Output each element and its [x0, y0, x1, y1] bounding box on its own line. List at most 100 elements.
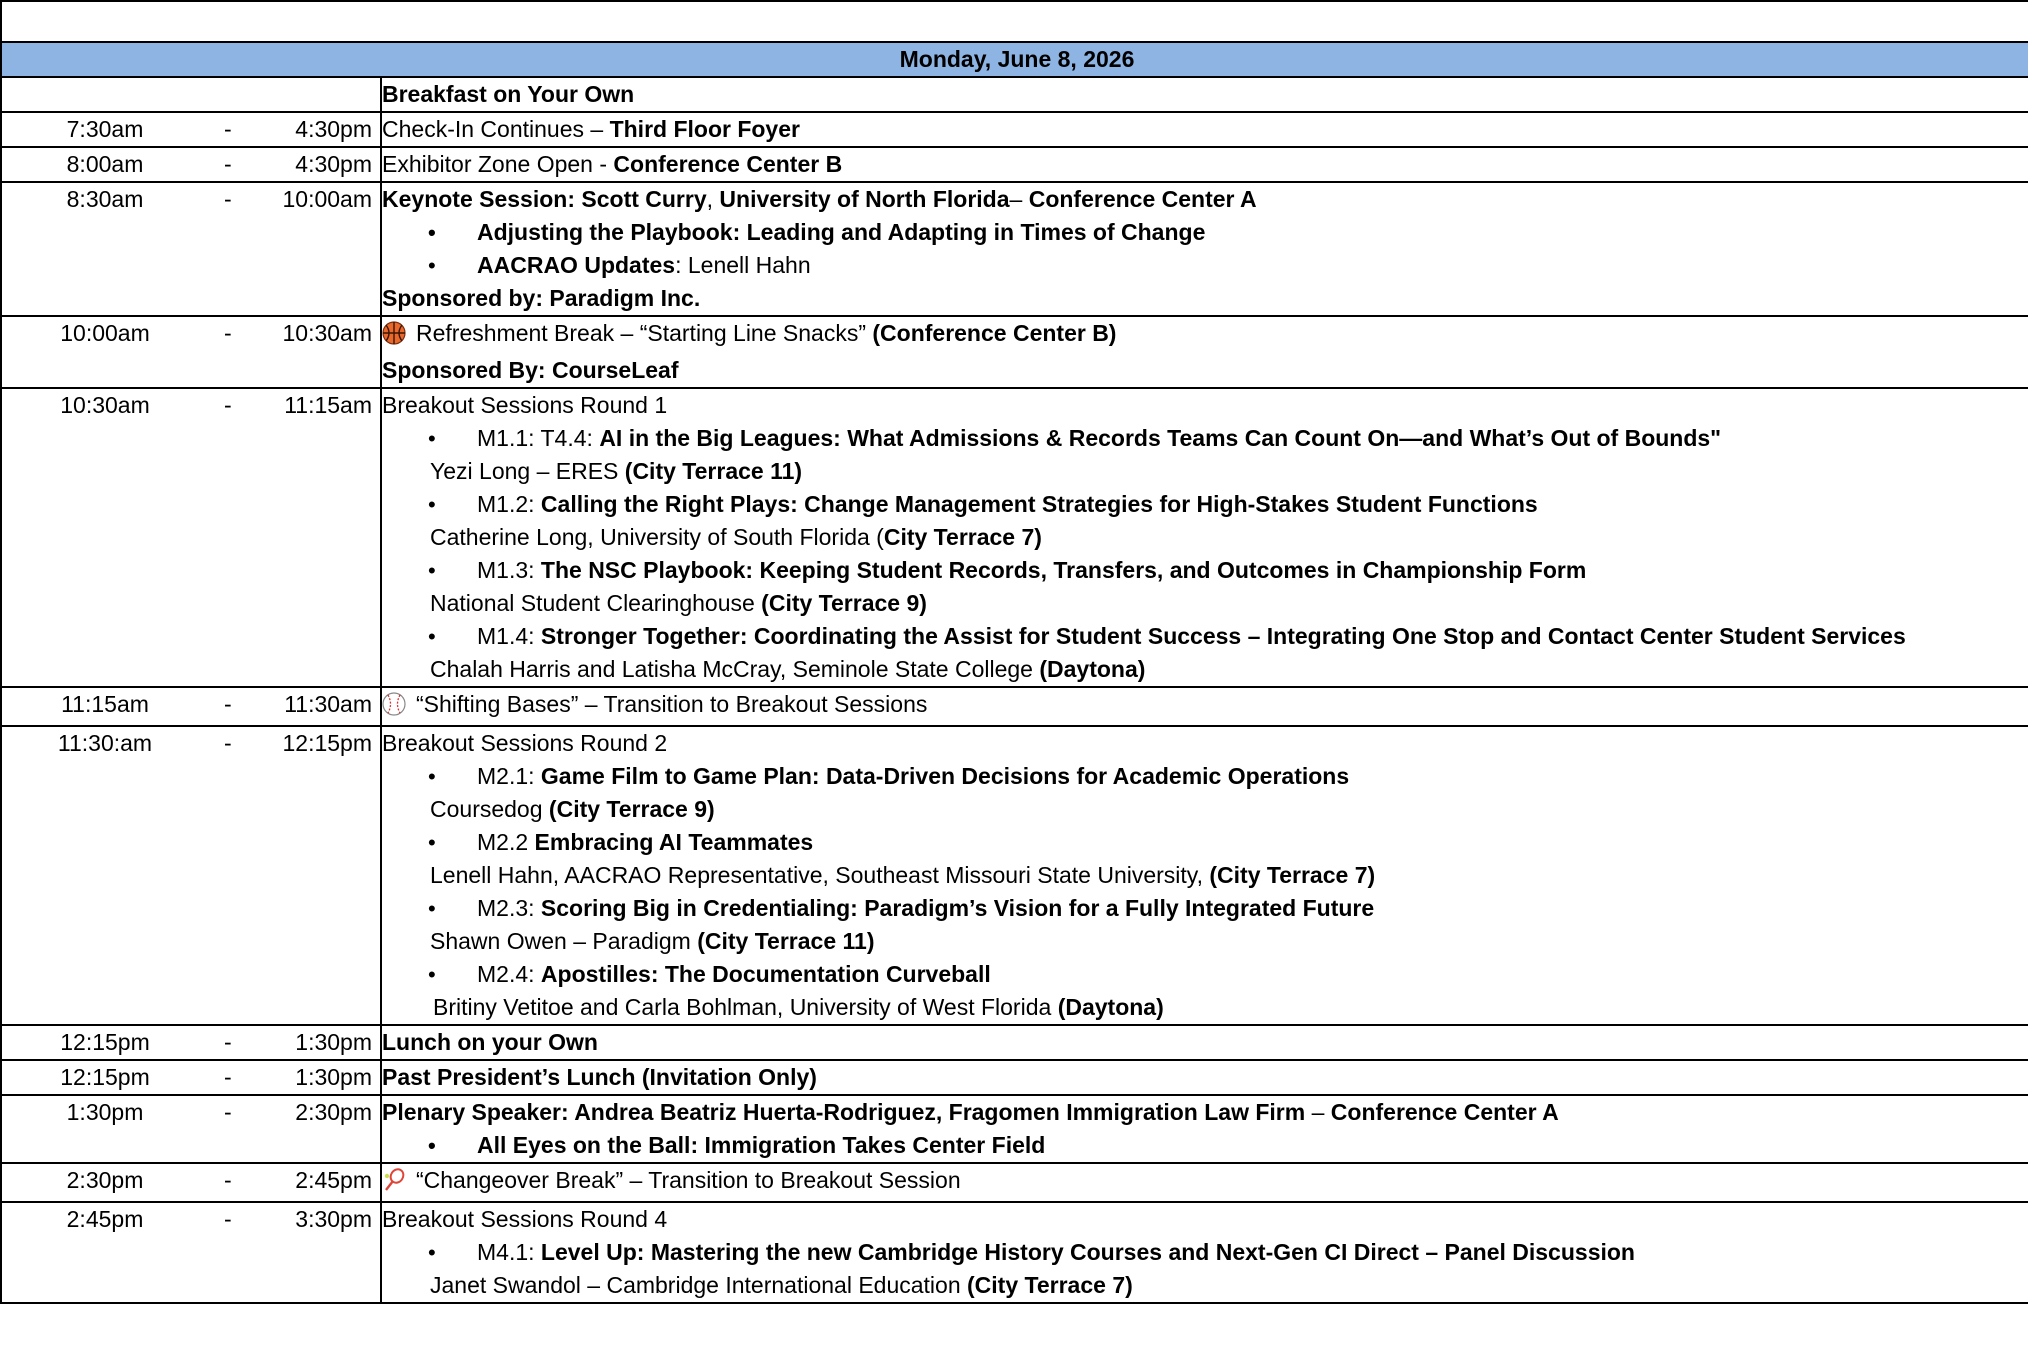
- separator: ,: [706, 186, 720, 212]
- time-cell: 10:00am - 10:30am: [0, 315, 382, 389]
- start-time: 12:15pm: [60, 1029, 150, 1055]
- event-cell: Breakfast on Your Own: [380, 76, 2028, 113]
- session-presenter: Coursedog (City Terrace 9): [382, 793, 2028, 826]
- day-header: Monday, June 8, 2026: [0, 41, 2028, 78]
- session-name: Embracing AI Teammates: [534, 829, 814, 855]
- session-presenter: Chalah Harris and Latisha McCray, Semino…: [382, 653, 2028, 686]
- end-time: 3:30pm: [295, 1206, 372, 1232]
- session-room: (City Terrace 9): [761, 590, 927, 616]
- separator: –: [1305, 1099, 1331, 1125]
- event-text: Refreshment Break – “Starting Line Snack…: [416, 320, 873, 346]
- day-header-row: Monday, June 8, 2026: [0, 41, 2028, 78]
- event-cell: Plenary Speaker: Andrea Beatriz Huerta-R…: [380, 1094, 2028, 1164]
- event-line: Exhibitor Zone Open - Conference Center …: [382, 148, 2028, 181]
- presenter-name: Shawn Owen – Paradigm: [430, 928, 698, 954]
- end-time: 2:45pm: [295, 1167, 372, 1193]
- baseball-icon: [382, 692, 406, 725]
- keynote-topic: Adjusting the Playbook: Leading and Adap…: [382, 216, 2028, 249]
- schedule-row: Breakfast on Your Own: [0, 76, 2028, 113]
- event-text: “Shifting Bases” – Transition to Breakou…: [416, 691, 928, 717]
- session-name: Stronger Together: Coordinating the Assi…: [540, 623, 1906, 649]
- start-time: 11:15am: [61, 691, 149, 717]
- session-room: (Daytona): [1057, 994, 1164, 1020]
- session-name: AI in the Big Leagues: What Admissions &…: [599, 425, 1722, 451]
- time-dash: -: [224, 1099, 232, 1125]
- time-dash: -: [224, 320, 232, 346]
- start-time: 12:15pm: [60, 1064, 150, 1090]
- schedule-row: 12:15pm - 1:30pm Lunch on your Own: [0, 1024, 2028, 1061]
- schedule-row: 8:30am - 10:00am Keynote Session: Scott …: [0, 181, 2028, 317]
- presenter-name: Lenell Hahn, AACRAO Representative, Sout…: [430, 862, 1210, 888]
- time-cell: 2:45pm - 3:30pm: [0, 1201, 382, 1304]
- sponsor-line: Sponsored by: Paradigm Inc.: [382, 285, 701, 311]
- breakout-heading: Breakout Sessions Round 2: [382, 730, 668, 756]
- start-time: 1:30pm: [66, 1099, 144, 1125]
- session-title: M2.2 Embracing AI Teammates: [382, 826, 2028, 859]
- time-cell: 11:30:am - 12:15pm: [0, 725, 382, 1026]
- presenter-name: Chalah Harris and Latisha McCray, Semino…: [430, 656, 1040, 682]
- session-room: (City Terrace 7): [967, 1272, 1133, 1298]
- presenter-name: National Student Clearinghouse: [430, 590, 762, 616]
- event-location: Conference Center A: [1028, 186, 1257, 212]
- end-time: 10:30am: [282, 320, 372, 346]
- event-cell: Lunch on your Own: [380, 1024, 2028, 1061]
- time-dash: -: [224, 730, 232, 756]
- session-room: (City Terrace 11): [697, 928, 875, 954]
- session-presenter: Shawn Owen – Paradigm (City Terrace 11): [382, 925, 2028, 958]
- time-dash: -: [224, 1029, 232, 1055]
- event-line: “Shifting Bases” – Transition to Breakou…: [382, 688, 2028, 725]
- start-time: 2:45pm: [66, 1206, 144, 1232]
- separator: –: [1009, 186, 1029, 212]
- event-location: Conference Center A: [1330, 1099, 1559, 1125]
- breakout-heading: Breakout Sessions Round 4: [382, 1206, 668, 1232]
- basketball-icon: [382, 321, 406, 354]
- session-code: M4.1:: [477, 1239, 541, 1265]
- session-title: M1.2: Calling the Right Plays: Change Ma…: [382, 488, 2028, 521]
- time-cell: [0, 76, 382, 113]
- time-cell: 7:30am - 4:30pm: [0, 111, 382, 148]
- session-code: M2.2: [477, 829, 535, 855]
- end-time: 4:30pm: [295, 151, 372, 177]
- event-text: Exhibitor Zone Open -: [382, 151, 614, 177]
- session-title: M1.1: T4.4: AI in the Big Leagues: What …: [382, 422, 2028, 455]
- session-title: M2.3: Scoring Big in Credentialing: Para…: [382, 892, 2028, 925]
- session-name: Calling the Right Plays: Change Manageme…: [540, 491, 1538, 517]
- session-name: Level Up: Mastering the new Cambridge Hi…: [540, 1239, 1635, 1265]
- session-code: M2.1:: [477, 763, 541, 789]
- event-line: Check-In Continues – Third Floor Foyer: [382, 113, 2028, 146]
- session-room: (City Terrace 7): [1209, 862, 1376, 888]
- session-room: (Daytona): [1039, 656, 1146, 682]
- event-cell: “Shifting Bases” – Transition to Breakou…: [380, 686, 2028, 727]
- update-presenter: : Lenell Hahn: [675, 252, 811, 278]
- plenary-speaker: Plenary Speaker: Andrea Beatriz Huerta-R…: [382, 1099, 1306, 1125]
- session-code: M2.3:: [477, 895, 541, 921]
- event-cell: Exhibitor Zone Open - Conference Center …: [380, 146, 2028, 183]
- schedule-row: 10:00am - 10:30am Refreshment Break – “S…: [0, 315, 2028, 389]
- session-presenter: Britiny Vetitoe and Carla Bohlman, Unive…: [382, 991, 2028, 1024]
- session-code: M1.2:: [477, 491, 541, 517]
- start-time: 8:00am: [66, 151, 144, 177]
- event-title: Past President’s Lunch (Invitation Only): [382, 1064, 817, 1090]
- keynote-speaker: Keynote Session: Scott Curry: [382, 186, 707, 212]
- time-cell: 8:30am - 10:00am: [0, 181, 382, 317]
- session-room: (City Terrace 9): [548, 796, 715, 822]
- session-presenter: Catherine Long, University of South Flor…: [382, 521, 2028, 554]
- presenter-name: Coursedog: [430, 796, 549, 822]
- event-cell: “Changeover Break” – Transition to Break…: [380, 1162, 2028, 1203]
- presenter-name: Janet Swandol – Cambridge International …: [430, 1272, 968, 1298]
- event-location: (Conference Center B): [872, 320, 1117, 346]
- session-code: M1.3:: [477, 557, 541, 583]
- time-cell: 12:15pm - 1:30pm: [0, 1024, 382, 1061]
- presenter-name: Yezi Long – ERES: [430, 458, 625, 484]
- breakout-heading: Breakout Sessions Round 1: [382, 392, 668, 418]
- session-name: Scoring Big in Credentialing: Paradigm’s…: [540, 895, 1375, 921]
- session-room: City Terrace 7): [883, 524, 1042, 550]
- session-title: M1.4: Stronger Together: Coordinating th…: [382, 620, 2028, 653]
- session-name: The NSC Playbook: Keeping Student Record…: [540, 557, 1587, 583]
- speaker-organization: University of North Florida: [719, 186, 1010, 212]
- event-cell: Refreshment Break – “Starting Line Snack…: [380, 315, 2028, 389]
- end-time: 12:15pm: [282, 730, 372, 756]
- session-presenter: Lenell Hahn, AACRAO Representative, Sout…: [382, 859, 2028, 892]
- session-code: M1.1: T4.4:: [477, 425, 600, 451]
- top-blank-cell: [0, 0, 2028, 43]
